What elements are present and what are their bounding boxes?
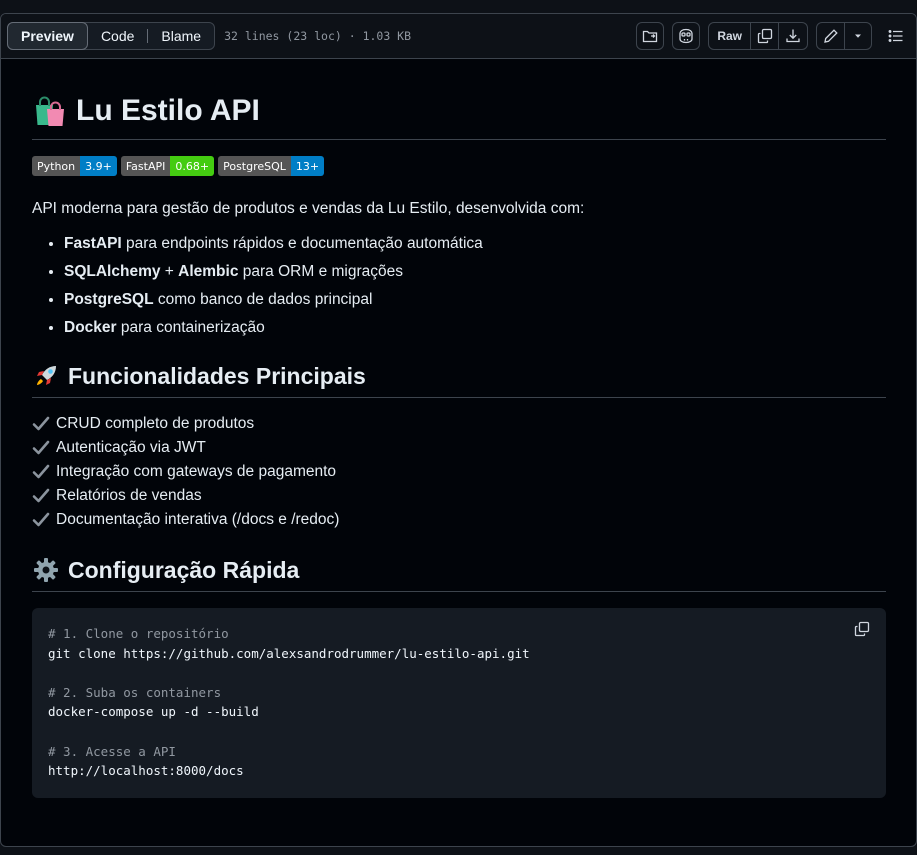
copy-code-button[interactable]	[854, 621, 870, 637]
stack-name: Alembic	[178, 263, 239, 280]
features-heading: Funcionalidades Principais	[32, 362, 886, 398]
stack-name: SQLAlchemy	[64, 263, 161, 280]
feature-text: CRUD completo de produtos	[56, 415, 255, 432]
code-comment: # 3. Acesse a API	[48, 743, 176, 759]
badge-python[interactable]: Python 3.9+	[32, 156, 117, 176]
readme-body: Lu Estilo API Python 3.9+ FastAPI 0.68+ …	[1, 59, 916, 798]
check-mark-icon	[32, 487, 50, 505]
file-meta: 32 lines (23 loc) · 1.03 KB	[224, 29, 412, 43]
code-line: git clone https://github.com/alexsandrod…	[48, 645, 530, 661]
stack-name: PostgreSQL	[64, 291, 154, 308]
edit-button[interactable]	[817, 23, 845, 49]
triangle-down-icon	[853, 31, 863, 41]
list-item: FastAPI para endpoints rápidos e documen…	[64, 233, 886, 261]
intro-paragraph: API moderna para gestão de produtos e ve…	[32, 200, 585, 217]
list-item: SQLAlchemy + Alembic para ORM e migraçõe…	[64, 261, 886, 289]
copy-icon	[854, 621, 870, 637]
symbols-panel-button[interactable]	[636, 22, 665, 50]
list-item: Integração com gateways de pagamento	[32, 460, 886, 484]
copilot-icon	[677, 28, 695, 44]
stack-desc: para containerização	[116, 319, 265, 336]
readme-title: Lu Estilo API	[32, 59, 886, 140]
edit-actions	[816, 22, 872, 50]
file-directory-symlink-icon	[642, 28, 658, 44]
feature-text: Relatórios de vendas	[56, 487, 202, 504]
badge-value: 3.9+	[80, 156, 117, 176]
tab-code[interactable]: Code	[88, 23, 147, 49]
download-button[interactable]	[779, 23, 807, 49]
stack-desc: como banco de dados principal	[153, 291, 373, 308]
badge-value: 13+	[290, 156, 325, 176]
code-comment: # 1. Clone o repositório	[48, 626, 229, 641]
list-item: CRUD completo de produtos	[32, 412, 886, 436]
feature-list: CRUD completo de produtos Autenticação v…	[32, 412, 886, 532]
feature-text: Integração com gateways de pagamento	[56, 463, 337, 480]
readme-title-text: Lu Estilo API	[76, 94, 260, 127]
copilot-button[interactable]	[672, 22, 701, 50]
check-mark-icon	[32, 415, 50, 433]
stack-desc: para endpoints rápidos e documentação au…	[121, 235, 483, 252]
list-item: Autenticação via JWT	[32, 436, 886, 460]
setup-heading-text: Configuração Rápida	[68, 556, 300, 583]
list-unordered-icon	[888, 28, 904, 44]
stack-name: FastAPI	[64, 235, 122, 252]
view-mode-switch: Preview Code Blame	[7, 22, 216, 50]
features-heading-text: Funcionalidades Principais	[68, 362, 366, 389]
stack-name: Docker	[64, 319, 117, 336]
check-mark-icon	[32, 439, 50, 457]
download-icon	[785, 28, 801, 44]
badge-fastapi[interactable]: FastAPI 0.68+	[120, 156, 215, 176]
badge-postgresql[interactable]: PostgreSQL 13+	[218, 156, 325, 176]
feature-text: Documentação interativa (/docs e /redoc)	[56, 511, 340, 528]
list-item: Relatórios de vendas	[32, 484, 886, 508]
tab-preview[interactable]: Preview	[7, 22, 88, 50]
list-item: Documentação interativa (/docs e /redoc)	[32, 508, 886, 532]
code-comment: # 2. Suba os containers	[48, 684, 222, 700]
check-mark-icon	[32, 511, 50, 529]
badge-value: 0.68+	[170, 156, 215, 176]
rocket-icon	[32, 362, 60, 390]
check-mark-icon	[32, 463, 50, 481]
copy-raw-button[interactable]	[751, 23, 779, 49]
code-line: http://localhost:8000/docs	[48, 763, 244, 779]
code-line: docker-compose up -d --build	[48, 704, 259, 720]
file-toolbar: Preview Code Blame 32 lines (23 loc) · 1…	[1, 14, 916, 59]
raw-button[interactable]: Raw	[709, 23, 751, 49]
pencil-icon	[823, 28, 839, 44]
raw-actions: Raw	[708, 22, 808, 50]
badge-row: Python 3.9+ FastAPI 0.68+ PostgreSQL 13+	[32, 156, 886, 176]
badge-label: Python	[32, 156, 81, 176]
gear-icon	[32, 556, 60, 584]
stack-desc: para ORM e migrações	[238, 263, 403, 280]
edit-dropdown-button[interactable]	[845, 23, 871, 49]
stack-joiner: +	[160, 263, 179, 280]
list-item: PostgreSQL como banco de dados principal	[64, 289, 886, 317]
file-viewer: Preview Code Blame 32 lines (23 loc) · 1…	[0, 13, 917, 847]
list-item: Docker para containerização	[64, 317, 886, 345]
shopping-bags-icon	[32, 93, 68, 129]
copy-icon	[757, 28, 773, 44]
badge-label: PostgreSQL	[218, 156, 291, 176]
tab-blame[interactable]: Blame	[148, 23, 214, 49]
badge-label: FastAPI	[120, 156, 171, 176]
outline-button[interactable]	[882, 22, 910, 50]
code-block: # 1. Clone o repositório git clone https…	[32, 608, 886, 798]
stack-list: FastAPI para endpoints rápidos e documen…	[32, 233, 886, 345]
setup-heading: Configuração Rápida	[32, 556, 886, 592]
feature-text: Autenticação via JWT	[56, 439, 206, 456]
